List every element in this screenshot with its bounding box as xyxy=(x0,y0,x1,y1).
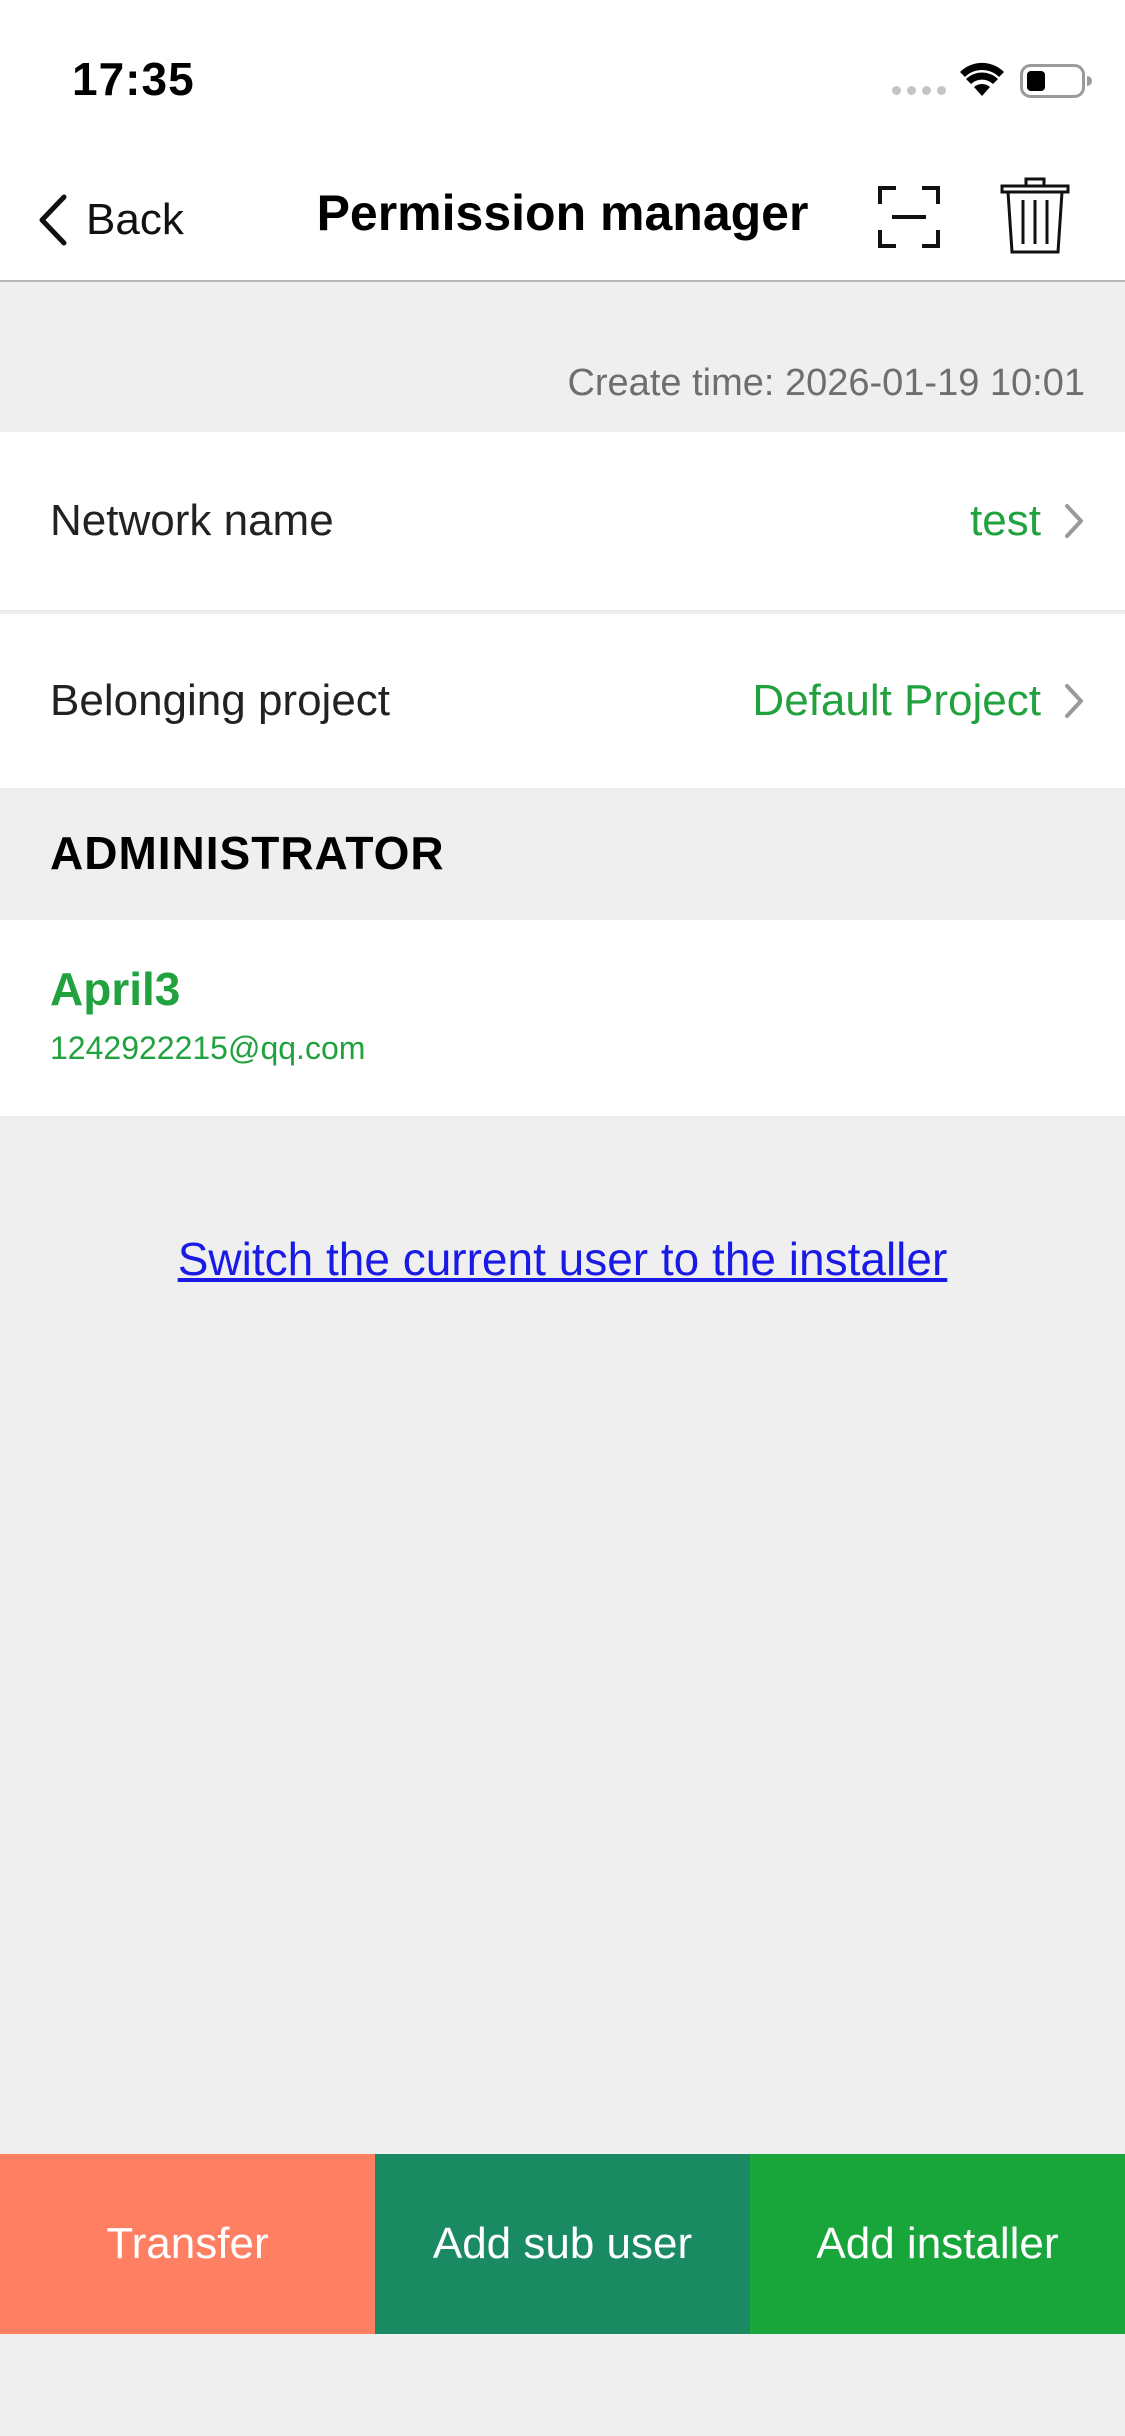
add-sub-user-button[interactable]: Add sub user xyxy=(375,2154,750,2334)
administrator-card[interactable]: April3 1242922215@qq.com xyxy=(0,920,1125,1116)
network-name-label: Network name xyxy=(50,496,334,545)
scan-icon[interactable] xyxy=(874,182,944,252)
network-name-value: test xyxy=(970,496,1041,545)
create-time: Create time: 2026-01-19 10:01 xyxy=(567,362,1085,404)
chevron-left-icon xyxy=(39,194,67,246)
chevron-right-icon xyxy=(1065,504,1083,538)
add-installer-button[interactable]: Add installer xyxy=(750,2154,1125,2334)
administrator-name: April3 xyxy=(50,963,181,1015)
administrator-email: 1242922215@qq.com xyxy=(50,1030,366,1066)
belonging-project-value-group: Default Project xyxy=(752,676,1085,726)
back-label: Back xyxy=(86,195,184,244)
nav-bar: Back Permission manager xyxy=(0,160,1125,282)
administrator-header: ADMINISTRATOR xyxy=(50,827,445,879)
network-name-row[interactable]: Network name test xyxy=(0,432,1125,612)
belonging-project-row[interactable]: Belonging project Default Project xyxy=(0,614,1125,788)
status-bar: 17:35 xyxy=(0,0,1125,160)
battery-icon xyxy=(1020,64,1092,98)
action-bar: Transfer Add sub user Add installer xyxy=(0,2154,1125,2334)
signal-icon xyxy=(892,86,946,95)
belonging-project-value: Default Project xyxy=(752,676,1041,725)
network-name-value-group: test xyxy=(970,496,1085,546)
status-time: 17:35 xyxy=(72,53,195,105)
wifi-icon xyxy=(960,62,1004,96)
switch-to-installer-link[interactable]: Switch the current user to the installer xyxy=(0,1232,1125,1286)
back-button[interactable]: Back xyxy=(36,190,184,250)
transfer-button[interactable]: Transfer xyxy=(0,2154,375,2334)
chevron-right-icon xyxy=(1065,684,1083,718)
trash-icon[interactable] xyxy=(1000,176,1070,256)
belonging-project-label: Belonging project xyxy=(50,676,391,725)
